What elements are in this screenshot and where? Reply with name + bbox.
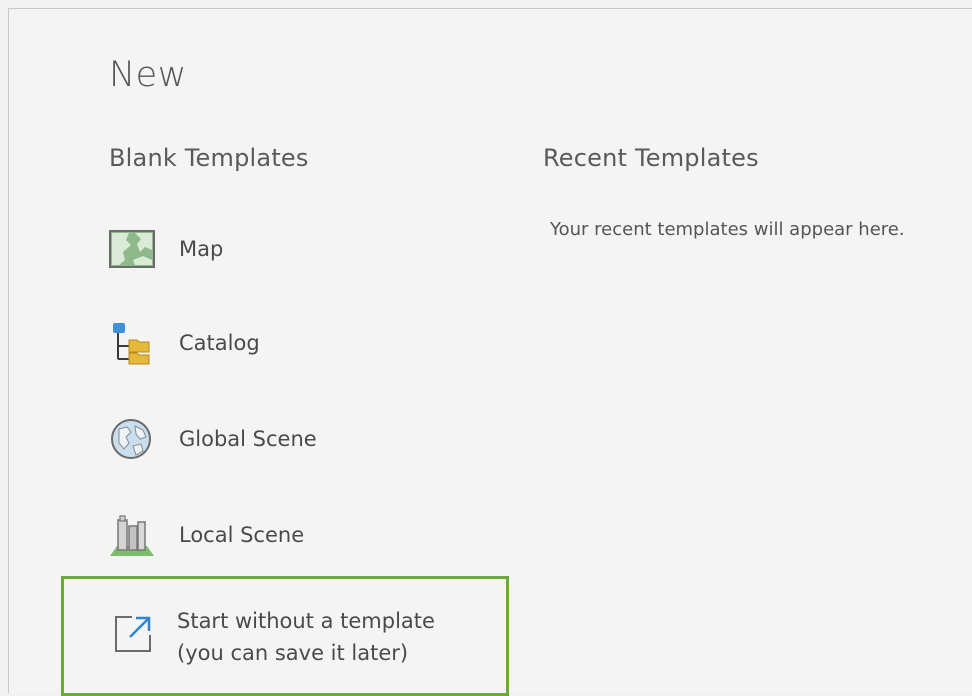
template-label: Local Scene	[179, 523, 305, 547]
new-project-panel: New Blank Templates Recent Templates You…	[8, 8, 972, 696]
local-scene-icon	[109, 512, 155, 558]
recent-templates-heading: Recent Templates	[543, 144, 759, 172]
template-item-global-scene[interactable]: Global Scene	[109, 413, 489, 465]
template-item-local-scene[interactable]: Local Scene	[109, 509, 489, 561]
template-label: Global Scene	[179, 427, 317, 451]
blank-templates-heading: Blank Templates	[109, 144, 309, 172]
map-icon	[109, 226, 155, 272]
recent-templates-empty-message: Your recent templates will appear here.	[550, 219, 905, 240]
template-item-map[interactable]: Map	[109, 223, 489, 275]
catalog-icon	[109, 320, 155, 366]
start-without-template-button[interactable]: Start without a template (you can save i…	[61, 576, 509, 696]
page-title: New	[109, 55, 187, 95]
open-external-icon	[112, 613, 154, 655]
template-label: Map	[179, 237, 224, 261]
start-without-template-line1: Start without a template	[177, 609, 435, 633]
globe-icon	[109, 416, 155, 462]
template-item-catalog[interactable]: Catalog	[109, 317, 489, 369]
template-label: Catalog	[179, 331, 260, 355]
start-without-template-line2: (you can save it later)	[177, 641, 409, 665]
start-without-template-label: Start without a template (you can save i…	[177, 605, 435, 669]
